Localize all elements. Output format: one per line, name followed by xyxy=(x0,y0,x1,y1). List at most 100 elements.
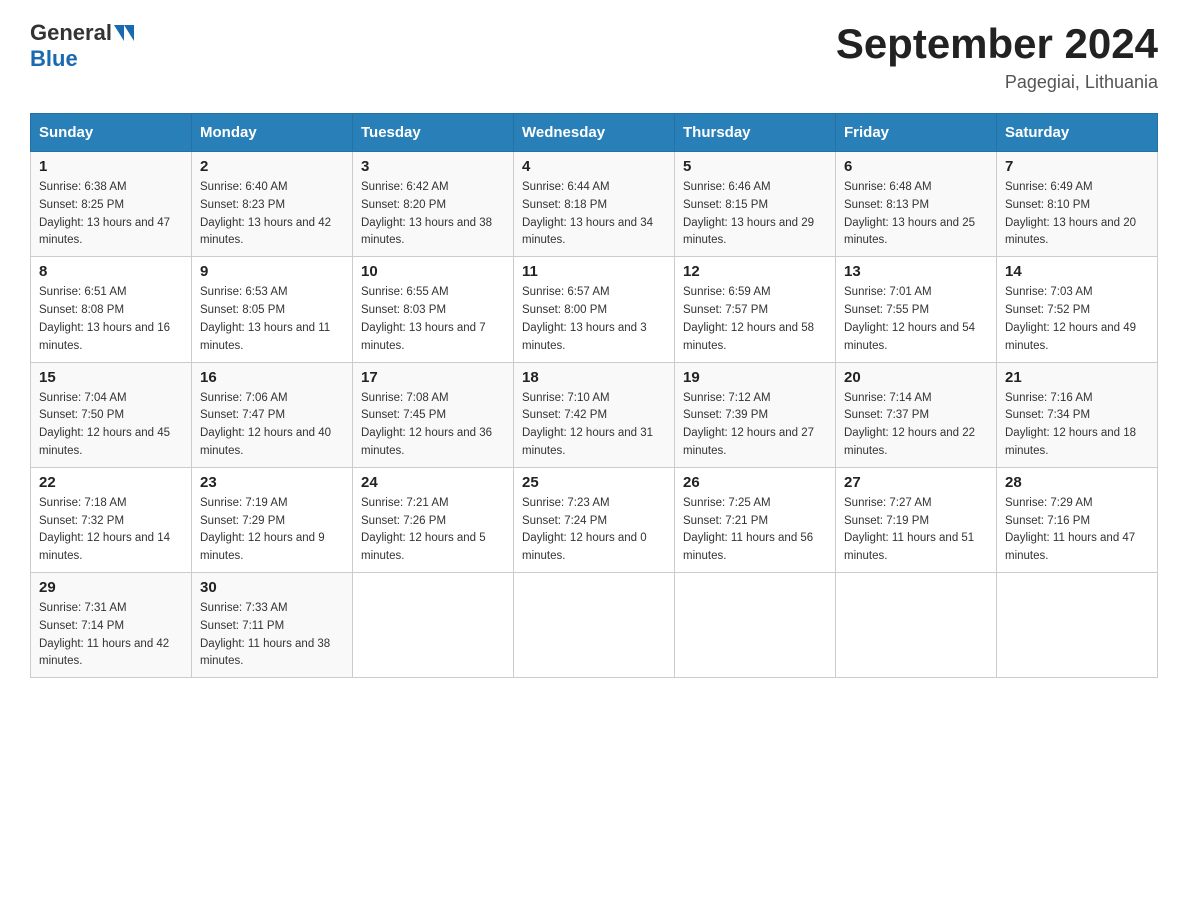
day-info: Sunrise: 7:04 AMSunset: 7:50 PMDaylight:… xyxy=(39,390,183,461)
day-number: 27 xyxy=(844,474,988,491)
day-info: Sunrise: 7:03 AMSunset: 7:52 PMDaylight:… xyxy=(1005,284,1149,355)
calendar-cell: 8Sunrise: 6:51 AMSunset: 8:08 PMDaylight… xyxy=(31,257,192,362)
logo-arrow2-icon xyxy=(124,25,134,41)
calendar-cell xyxy=(353,573,514,678)
calendar-cell: 3 Sunrise: 6:42 AMSunset: 8:20 PMDaylight… xyxy=(353,152,514,257)
day-info: Sunrise: 7:01 AMSunset: 7:55 PMDaylight:… xyxy=(844,284,988,355)
calendar-cell: 6 Sunrise: 6:48 AMSunset: 8:13 PMDaylight… xyxy=(836,152,997,257)
calendar-header-tuesday: Tuesday xyxy=(353,114,514,152)
day-info: Sunrise: 7:23 AMSunset: 7:24 PMDaylight:… xyxy=(522,495,666,566)
calendar-cell: 26 Sunrise: 7:25 AMSunset: 7:21 PMDayligh… xyxy=(675,467,836,572)
calendar-header-saturday: Saturday xyxy=(997,114,1158,152)
calendar-cell: 25Sunrise: 7:23 AMSunset: 7:24 PMDayligh… xyxy=(514,467,675,572)
day-info: Sunrise: 6:44 AMSunset: 8:18 PMDaylight:… xyxy=(522,179,666,250)
calendar-cell: 21Sunrise: 7:16 AMSunset: 7:34 PMDayligh… xyxy=(997,362,1158,467)
calendar-header-wednesday: Wednesday xyxy=(514,114,675,152)
day-info: Sunrise: 6:40 AMSunset: 8:23 PMDaylight:… xyxy=(200,179,344,250)
calendar-cell: 17 Sunrise: 7:08 AMSunset: 7:45 PMDayligh… xyxy=(353,362,514,467)
title-area: September 2024 Pagegiai, Lithuania xyxy=(836,20,1158,93)
day-info: Sunrise: 7:25 AMSunset: 7:21 PMDaylight:… xyxy=(683,495,827,566)
calendar-header-friday: Friday xyxy=(836,114,997,152)
day-number: 17 xyxy=(361,369,505,386)
day-info: Sunrise: 6:53 AMSunset: 8:05 PMDaylight:… xyxy=(200,284,344,355)
calendar-week-row: 22 Sunrise: 7:18 AMSunset: 7:32 PMDayligh… xyxy=(31,467,1158,572)
calendar-cell: 12Sunrise: 6:59 AMSunset: 7:57 PMDayligh… xyxy=(675,257,836,362)
calendar-cell: 29 Sunrise: 7:31 AMSunset: 7:14 PMDayligh… xyxy=(31,573,192,678)
logo-blue-text: Blue xyxy=(30,46,78,71)
calendar-header-sunday: Sunday xyxy=(31,114,192,152)
day-info: Sunrise: 6:55 AMSunset: 8:03 PMDaylight:… xyxy=(361,284,505,355)
calendar-cell: 1Sunrise: 6:38 AMSunset: 8:25 PMDaylight… xyxy=(31,152,192,257)
calendar-cell xyxy=(514,573,675,678)
day-info: Sunrise: 6:49 AMSunset: 8:10 PMDaylight:… xyxy=(1005,179,1149,250)
day-number: 11 xyxy=(522,263,666,280)
day-number: 14 xyxy=(1005,263,1149,280)
logo-arrow-icon xyxy=(114,25,124,41)
calendar-cell: 15 Sunrise: 7:04 AMSunset: 7:50 PMDayligh… xyxy=(31,362,192,467)
calendar-header-monday: Monday xyxy=(192,114,353,152)
day-number: 23 xyxy=(200,474,344,491)
logo-general-text: General xyxy=(30,20,112,46)
day-number: 30 xyxy=(200,579,344,596)
calendar-week-row: 29 Sunrise: 7:31 AMSunset: 7:14 PMDayligh… xyxy=(31,573,1158,678)
day-info: Sunrise: 6:57 AMSunset: 8:00 PMDaylight:… xyxy=(522,284,666,355)
day-number: 26 xyxy=(683,474,827,491)
day-info: Sunrise: 7:08 AMSunset: 7:45 PMDaylight:… xyxy=(361,390,505,461)
calendar-cell: 2 Sunrise: 6:40 AMSunset: 8:23 PMDaylight… xyxy=(192,152,353,257)
day-info: Sunrise: 7:27 AMSunset: 7:19 PMDaylight:… xyxy=(844,495,988,566)
day-number: 9 xyxy=(200,263,344,280)
day-number: 3 xyxy=(361,158,505,175)
day-number: 20 xyxy=(844,369,988,386)
day-number: 12 xyxy=(683,263,827,280)
calendar-cell: 5 Sunrise: 6:46 AMSunset: 8:15 PMDaylight… xyxy=(675,152,836,257)
day-info: Sunrise: 7:06 AMSunset: 7:47 PMDaylight:… xyxy=(200,390,344,461)
calendar-cell: 16 Sunrise: 7:06 AMSunset: 7:47 PMDayligh… xyxy=(192,362,353,467)
day-number: 2 xyxy=(200,158,344,175)
calendar-cell: 14 Sunrise: 7:03 AMSunset: 7:52 PMDayligh… xyxy=(997,257,1158,362)
day-info: Sunrise: 7:29 AMSunset: 7:16 PMDaylight:… xyxy=(1005,495,1149,566)
day-number: 6 xyxy=(844,158,988,175)
day-number: 19 xyxy=(683,369,827,386)
calendar-week-row: 15 Sunrise: 7:04 AMSunset: 7:50 PMDayligh… xyxy=(31,362,1158,467)
day-info: Sunrise: 7:12 AMSunset: 7:39 PMDaylight:… xyxy=(683,390,827,461)
calendar-cell: 24 Sunrise: 7:21 AMSunset: 7:26 PMDayligh… xyxy=(353,467,514,572)
location-subtitle: Pagegiai, Lithuania xyxy=(836,72,1158,93)
day-info: Sunrise: 7:18 AMSunset: 7:32 PMDaylight:… xyxy=(39,495,183,566)
calendar-week-row: 1Sunrise: 6:38 AMSunset: 8:25 PMDaylight… xyxy=(31,152,1158,257)
calendar-cell: 13 Sunrise: 7:01 AMSunset: 7:55 PMDayligh… xyxy=(836,257,997,362)
day-info: Sunrise: 7:31 AMSunset: 7:14 PMDaylight:… xyxy=(39,600,183,671)
calendar-cell: 20Sunrise: 7:14 AMSunset: 7:37 PMDayligh… xyxy=(836,362,997,467)
calendar-table: SundayMondayTuesdayWednesdayThursdayFrid… xyxy=(30,113,1158,678)
page-header: General Blue September 2024 Pagegiai, Li… xyxy=(30,20,1158,93)
calendar-cell: 11 Sunrise: 6:57 AMSunset: 8:00 PMDayligh… xyxy=(514,257,675,362)
day-info: Sunrise: 6:48 AMSunset: 8:13 PMDaylight:… xyxy=(844,179,988,250)
calendar-cell: 19 Sunrise: 7:12 AMSunset: 7:39 PMDayligh… xyxy=(675,362,836,467)
calendar-header-row: SundayMondayTuesdayWednesdayThursdayFrid… xyxy=(31,114,1158,152)
calendar-cell: 9 Sunrise: 6:53 AMSunset: 8:05 PMDaylight… xyxy=(192,257,353,362)
calendar-cell xyxy=(836,573,997,678)
day-number: 22 xyxy=(39,474,183,491)
day-number: 5 xyxy=(683,158,827,175)
day-info: Sunrise: 7:16 AMSunset: 7:34 PMDaylight:… xyxy=(1005,390,1149,461)
day-number: 7 xyxy=(1005,158,1149,175)
calendar-week-row: 8Sunrise: 6:51 AMSunset: 8:08 PMDaylight… xyxy=(31,257,1158,362)
calendar-header-thursday: Thursday xyxy=(675,114,836,152)
day-number: 24 xyxy=(361,474,505,491)
calendar-cell: 28 Sunrise: 7:29 AMSunset: 7:16 PMDayligh… xyxy=(997,467,1158,572)
month-title: September 2024 xyxy=(836,20,1158,68)
day-info: Sunrise: 6:38 AMSunset: 8:25 PMDaylight:… xyxy=(39,179,183,250)
day-info: Sunrise: 6:42 AMSunset: 8:20 PMDaylight:… xyxy=(361,179,505,250)
day-number: 29 xyxy=(39,579,183,596)
day-info: Sunrise: 6:46 AMSunset: 8:15 PMDaylight:… xyxy=(683,179,827,250)
day-info: Sunrise: 7:21 AMSunset: 7:26 PMDaylight:… xyxy=(361,495,505,566)
day-number: 13 xyxy=(844,263,988,280)
calendar-cell: 4 Sunrise: 6:44 AMSunset: 8:18 PMDaylight… xyxy=(514,152,675,257)
calendar-cell: 23Sunrise: 7:19 AMSunset: 7:29 PMDayligh… xyxy=(192,467,353,572)
day-number: 15 xyxy=(39,369,183,386)
calendar-cell: 18Sunrise: 7:10 AMSunset: 7:42 PMDayligh… xyxy=(514,362,675,467)
logo: General Blue xyxy=(30,20,134,72)
day-number: 28 xyxy=(1005,474,1149,491)
day-number: 16 xyxy=(200,369,344,386)
day-info: Sunrise: 6:51 AMSunset: 8:08 PMDaylight:… xyxy=(39,284,183,355)
day-number: 4 xyxy=(522,158,666,175)
